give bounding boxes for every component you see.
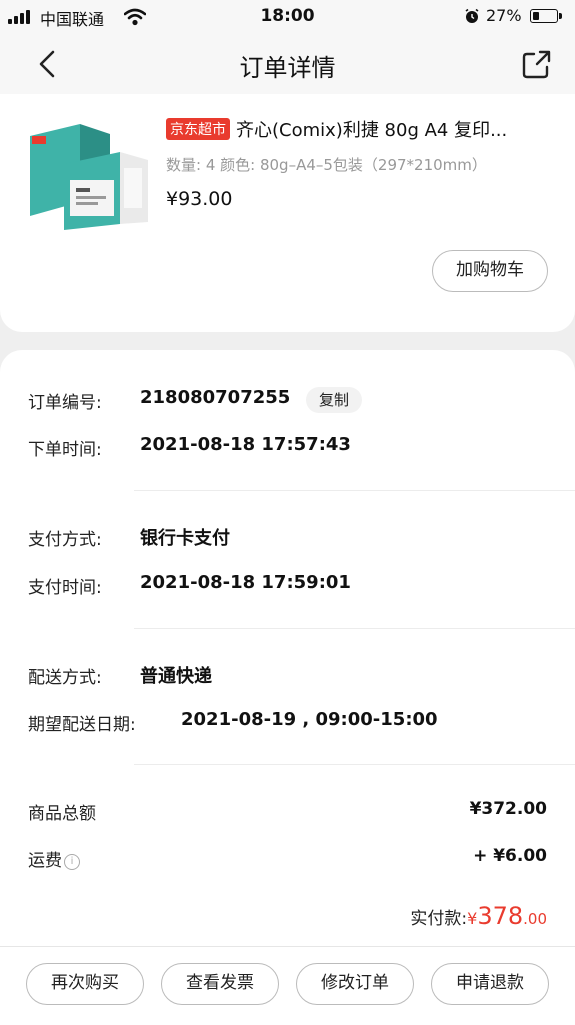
order-number-label: 订单编号:	[28, 393, 102, 413]
delivery-date: 2021-08-19 , 09:00-15:00	[181, 709, 438, 730]
delivery-method-label: 配送方式:	[28, 668, 102, 688]
product-title[interactable]: 京东超市 齐心(Comix)利捷 80g A4 复印...	[166, 116, 558, 142]
jd-supermarket-tag: 京东超市	[166, 118, 230, 140]
payment-time-label: 支付时间:	[28, 578, 102, 598]
paid-amount: 实付款:¥378.00	[410, 902, 547, 930]
copy-button[interactable]: 复制	[306, 387, 362, 413]
order-number: 218080707255	[140, 387, 291, 408]
alarm-icon	[465, 8, 479, 23]
delivery-date-label: 期望配送日期:	[28, 715, 136, 735]
battery-icon	[530, 9, 562, 23]
add-to-cart-button[interactable]: 加购物车	[432, 250, 548, 292]
shipping-fee-text: 运费	[28, 851, 62, 871]
paid-currency: ¥	[467, 909, 478, 928]
shipping-fee-value: + ¥6.00	[473, 846, 547, 866]
page-title: 订单详情	[239, 54, 336, 82]
battery-percent: 27%	[486, 6, 522, 25]
order-time: 2021-08-18 17:57:43	[140, 434, 351, 455]
payment-time: 2021-08-18 17:59:01	[140, 572, 351, 593]
divider	[134, 628, 575, 629]
product-card[interactable]: 京东超市 齐心(Comix)利捷 80g A4 复印... 数量: 4 颜色: 8…	[0, 94, 575, 332]
product-spec: 数量: 4 颜色: 80g–A4–5包装（297*210mm）	[166, 156, 487, 174]
bottom-action-bar: 再次购买 查看发票 修改订单 申请退款	[0, 946, 575, 1025]
order-detail-card: 订单编号: 218080707255 复制 下单时间: 2021-08-18 1…	[0, 350, 575, 946]
view-invoice-button[interactable]: 查看发票	[161, 963, 279, 1005]
buy-again-button[interactable]: 再次购买	[26, 963, 144, 1005]
product-name: 齐心(Comix)利捷 80g A4 复印...	[236, 120, 508, 141]
paid-integer: 378	[477, 902, 524, 930]
product-price: ¥93.00	[166, 188, 233, 210]
nav-header: 订单详情	[0, 34, 575, 94]
order-time-label: 下单时间:	[28, 440, 102, 460]
paid-decimal: .00	[523, 910, 547, 928]
payment-method: 银行卡支付	[140, 528, 230, 549]
payment-method-label: 支付方式:	[28, 530, 102, 550]
goods-total-value: ¥372.00	[469, 799, 547, 819]
info-icon[interactable]: i	[64, 854, 80, 870]
product-image[interactable]	[24, 106, 152, 234]
divider	[134, 764, 575, 765]
divider	[134, 490, 575, 491]
request-refund-button[interactable]: 申请退款	[431, 963, 549, 1005]
shipping-fee-label: 运费 i	[28, 846, 80, 871]
status-bar: 中国联通 18:00 27%	[0, 0, 575, 34]
paid-label: 实付款:	[410, 909, 468, 929]
modify-order-button[interactable]: 修改订单	[296, 963, 414, 1005]
goods-total-label: 商品总额	[28, 804, 96, 824]
delivery-method: 普通快递	[140, 666, 212, 687]
share-icon[interactable]	[519, 48, 553, 82]
